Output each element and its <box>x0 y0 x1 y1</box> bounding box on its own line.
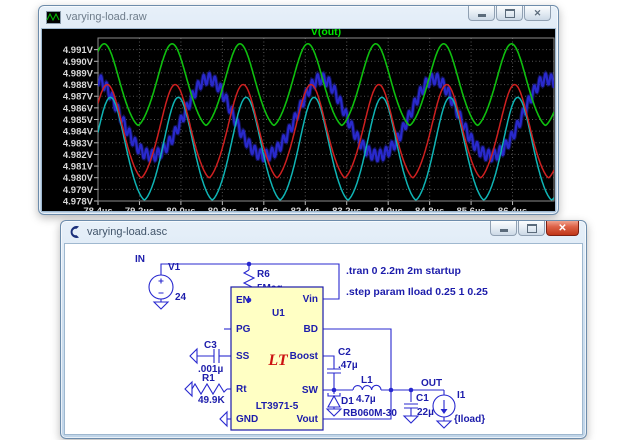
svg-text:C3: C3 <box>204 340 217 351</box>
trace-legend-label[interactable]: V(out) <box>311 29 341 38</box>
svg-text:C2: C2 <box>338 347 351 358</box>
node-label-out: OUT <box>421 378 442 389</box>
pin-pg: PG <box>236 324 251 335</box>
svg-text:I1: I1 <box>457 390 466 401</box>
x-tick-label: 82.4µs <box>291 206 320 211</box>
y-tick-label: 4.979V <box>63 185 94 196</box>
pin-vout: Vout <box>297 414 319 425</box>
y-tick-label: 4.988V <box>63 80 94 91</box>
y-tick-label: 4.981V <box>63 162 94 173</box>
x-tick-label: 78.4µs <box>83 206 112 211</box>
schematic-titlebar[interactable]: varying-load.asc ✕ <box>61 221 586 243</box>
y-tick-label: 4.986V <box>63 103 94 114</box>
pin-sw: SW <box>302 385 319 396</box>
waveform-file-icon <box>46 11 61 24</box>
x-tick-label: 80.8µs <box>208 206 237 211</box>
ground-icon <box>437 421 451 428</box>
svg-text:4.7µ: 4.7µ <box>356 394 376 405</box>
resistor-r1[interactable]: R1 49.9K <box>185 373 227 406</box>
node-label-in: IN <box>135 254 145 265</box>
inductor-l1[interactable]: L1 4.7µ <box>353 375 381 405</box>
trace-v-out-step-2-iload-0-5- <box>98 73 554 161</box>
svg-text:RB060M-30: RB060M-30 <box>343 408 397 419</box>
y-tick-label: 4.980V <box>63 173 94 184</box>
svg-text:C1: C1 <box>416 393 429 404</box>
capacitor-c2[interactable]: C2 .47µ <box>327 347 358 373</box>
pin-boost: Boost <box>290 351 319 362</box>
y-tick-label: 4.984V <box>63 127 94 138</box>
ic-u1-lt3971[interactable]: EN PG SS Rt GND Vin BD Boost SW Vout U1 … <box>231 287 323 430</box>
svg-text:.47µ: .47µ <box>338 360 358 371</box>
minimize-button[interactable] <box>490 221 517 236</box>
x-tick-label: 81.6µs <box>249 206 278 211</box>
arrow-down-icon <box>441 409 448 414</box>
svg-text:V1: V1 <box>168 262 181 273</box>
maximize-button[interactable] <box>496 6 523 21</box>
schematic-window: varying-load.asc ✕ <box>60 220 587 439</box>
capacitor-c3[interactable]: C3 .001µ <box>190 340 223 375</box>
minimize-button[interactable] <box>468 6 495 21</box>
x-tick-label: 86.4µs <box>498 206 527 211</box>
ic-part-number: LT3971-5 <box>256 401 299 412</box>
pin-gnd: GND <box>236 414 258 425</box>
capacitor-c1[interactable]: C1 22µ <box>404 393 434 423</box>
svg-text:R1: R1 <box>202 373 215 384</box>
current-source-i1[interactable]: I1 {Iload} <box>433 390 485 428</box>
ground-icon <box>154 302 168 309</box>
maximize-button[interactable] <box>518 221 545 236</box>
ltspice-schematic-icon <box>68 225 82 239</box>
waveform-plot-area[interactable]: 4.991V4.990V4.989V4.988V4.987V4.986V4.98… <box>41 28 556 212</box>
ground-icon <box>220 412 227 426</box>
svg-text:{Iload}: {Iload} <box>454 414 485 425</box>
ic-refdes: U1 <box>272 308 285 319</box>
y-tick-label: 4.991V <box>63 45 94 56</box>
y-tick-label: 4.983V <box>63 138 94 149</box>
y-tick-label: 4.985V <box>63 115 94 126</box>
pin-bd: BD <box>304 324 318 335</box>
waveform-chart[interactable]: 4.991V4.990V4.989V4.988V4.987V4.986V4.98… <box>42 29 557 211</box>
waveform-window-title: varying-load.raw <box>66 11 147 23</box>
svg-text:L1: L1 <box>361 375 373 386</box>
svg-text:49.9K: 49.9K <box>198 395 225 406</box>
y-tick-label: 4.982V <box>63 150 94 161</box>
spice-directive-step[interactable]: .step param Iload 0.25 1 0.25 <box>346 286 488 298</box>
x-tick-label: 83.2µs <box>332 206 361 211</box>
x-tick-label: 80.0µs <box>166 206 195 211</box>
svg-text:24: 24 <box>175 292 187 303</box>
schematic-window-title: varying-load.asc <box>87 226 167 238</box>
pin-rt: Rt <box>236 384 247 395</box>
y-tick-label: 4.989V <box>63 68 94 79</box>
ground-icon <box>190 349 197 363</box>
ground-icon <box>404 416 418 423</box>
lt-logo: LT <box>267 352 288 369</box>
svg-text:22µ: 22µ <box>417 407 434 418</box>
pin-vin: Vin <box>303 294 318 305</box>
waveform-window: varying-load.raw ✕ 4.991V4.990V4.989V4.9… <box>38 5 559 215</box>
x-tick-label: 84.0µs <box>374 206 403 211</box>
ground-icon <box>185 382 192 396</box>
close-button[interactable]: ✕ <box>524 6 551 21</box>
schematic-canvas[interactable]: IN V1 24 R6 5Meg R5 1Meg C3 .001µ <box>64 243 583 435</box>
x-tick-label: 85.6µs <box>456 206 485 211</box>
ground-icon <box>327 409 341 416</box>
close-button[interactable]: ✕ <box>546 221 579 236</box>
y-tick-label: 4.990V <box>63 57 94 68</box>
waveform-traces <box>98 44 554 200</box>
y-tick-label: 4.987V <box>63 92 94 103</box>
svg-text:D1: D1 <box>341 396 354 407</box>
waveform-titlebar[interactable]: varying-load.raw ✕ <box>39 6 558 28</box>
svg-text:R6: R6 <box>257 269 270 280</box>
x-tick-label: 84.8µs <box>415 206 444 211</box>
x-tick-label: 79.2µs <box>125 206 154 211</box>
spice-directive-tran[interactable]: .tran 0 2.2m 2m startup <box>346 265 461 277</box>
pin-ss: SS <box>236 351 250 362</box>
